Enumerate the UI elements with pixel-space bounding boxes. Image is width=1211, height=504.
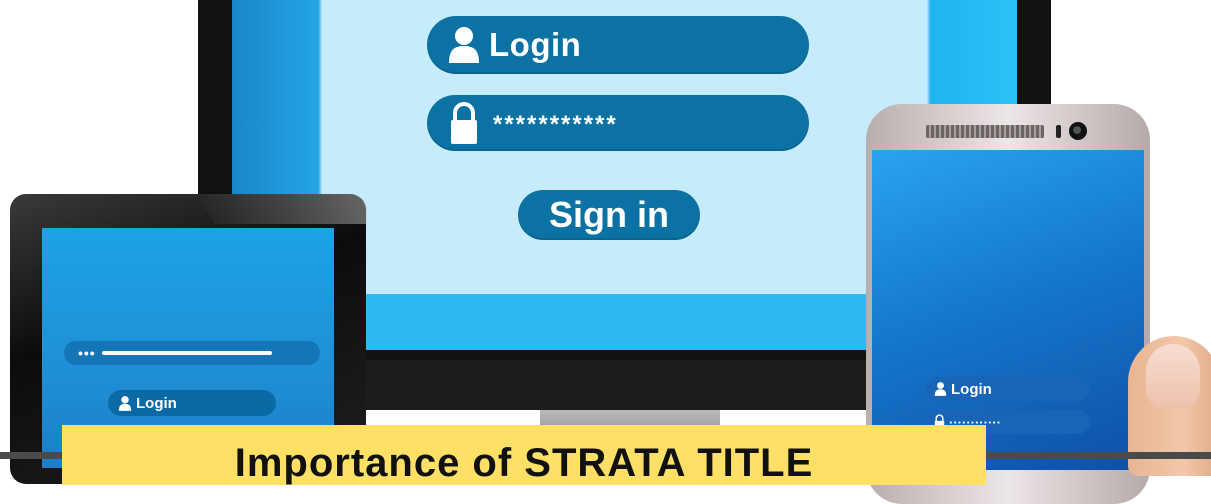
- phone-sensor: [1056, 125, 1061, 138]
- tablet-url-line: [101, 351, 272, 355]
- user-icon: [118, 395, 132, 412]
- phone-camera-icon: [1069, 122, 1087, 140]
- caption-title: Importance of STRATA TITLE: [234, 441, 814, 485]
- login-label: Login: [489, 26, 582, 63]
- monitor-bezel-bottom: [350, 360, 890, 410]
- fingernail: [1146, 344, 1200, 408]
- login-password-field[interactable]: ***********: [427, 95, 809, 151]
- login-username-field[interactable]: Login: [427, 16, 809, 74]
- password-mask: ***********: [493, 111, 618, 138]
- lock-icon: [441, 101, 487, 145]
- user-icon: [441, 25, 487, 65]
- tablet-login-label: Login: [136, 394, 177, 412]
- user-icon: [934, 381, 947, 397]
- phone-screen: Login ············: [872, 150, 1144, 470]
- phone-login-label: Login: [951, 380, 992, 398]
- tablet-gloss-highlight: [195, 194, 367, 224]
- tablet-login-field[interactable]: Login: [108, 390, 276, 416]
- sign-in-button[interactable]: Sign in: [518, 190, 700, 240]
- phone-login-field[interactable]: Login: [926, 377, 1090, 401]
- sign-in-label: Sign in: [549, 194, 669, 235]
- caption-banner: Importance of STRATA TITLE: [62, 425, 986, 485]
- tablet-url-dots: •••: [78, 345, 96, 361]
- phone-speaker: [926, 125, 1044, 138]
- tablet-address-bar[interactable]: •••: [64, 341, 320, 365]
